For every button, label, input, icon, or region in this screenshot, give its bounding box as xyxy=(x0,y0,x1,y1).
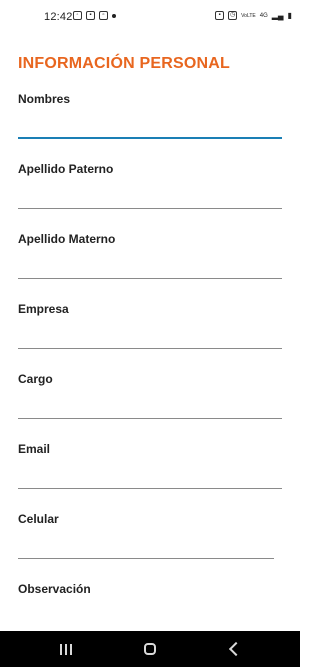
apellido-materno-input[interactable] xyxy=(18,250,282,278)
home-icon xyxy=(144,643,156,655)
empresa-field: Empresa xyxy=(18,302,282,362)
apellido-paterno-field: Apellido Paterno xyxy=(18,162,282,222)
app-screen: 12:42 ◦ ▪ ▫ ▪ ◷ VoLTE 4G ▂▄ ▮ INFORMACIÓ… xyxy=(0,0,300,667)
apellido-materno-field: Apellido Materno xyxy=(18,232,282,292)
cargo-underline xyxy=(18,418,282,419)
email-label: Email xyxy=(18,442,51,456)
dot-icon xyxy=(112,13,116,18)
battery-icon: ▮ xyxy=(287,11,292,20)
apellido-materno-label: Apellido Materno xyxy=(18,232,116,246)
email-input[interactable] xyxy=(18,460,282,488)
celular-underline xyxy=(18,558,274,559)
calendar-icon: ▫ xyxy=(99,11,108,20)
nombres-underline xyxy=(18,137,282,139)
whatsapp-icon: ◦ xyxy=(73,11,82,20)
signal-bars-icon: ▂▄ xyxy=(271,11,284,20)
cargo-label: Cargo xyxy=(18,372,53,386)
home-button[interactable] xyxy=(120,631,180,667)
apellido-paterno-label: Apellido Paterno xyxy=(18,162,114,176)
celular-label: Celular xyxy=(18,512,59,526)
apellido-paterno-underline xyxy=(18,208,282,209)
observacion-label: Observación xyxy=(18,582,91,596)
status-right-icons: ▪ ◷ VoLTE 4G ▂▄ ▮ xyxy=(215,11,292,20)
status-time: 12:42 xyxy=(44,11,73,23)
navigation-bar xyxy=(0,631,300,667)
status-left-icons: ◦ ▪ ▫ xyxy=(73,11,116,20)
chat-icon: ▪ xyxy=(86,11,95,20)
recent-apps-icon xyxy=(60,643,72,655)
nombres-input[interactable] xyxy=(18,110,282,138)
recent-apps-button[interactable] xyxy=(36,631,96,667)
nombres-field: Nombres xyxy=(18,92,282,152)
battery-saver-icon: ▪ xyxy=(215,11,225,20)
cargo-field: Cargo xyxy=(18,372,282,432)
back-icon xyxy=(228,641,244,657)
empresa-underline xyxy=(18,348,282,349)
page-title: INFORMACIÓN PERSONAL xyxy=(18,55,230,72)
apellido-materno-underline xyxy=(18,278,282,279)
back-button[interactable] xyxy=(204,631,264,667)
celular-field: Celular xyxy=(18,512,274,572)
celular-input[interactable] xyxy=(18,530,274,558)
signal-4g-icon: 4G xyxy=(259,12,268,19)
volte-icon: VoLTE xyxy=(241,12,256,19)
apellido-paterno-input[interactable] xyxy=(18,180,282,208)
nombres-label: Nombres xyxy=(18,92,71,106)
email-field: Email xyxy=(18,442,282,502)
observacion-input[interactable] xyxy=(18,600,282,628)
status-bar: 12:42 ◦ ▪ ▫ ▪ ◷ VoLTE 4G ▂▄ ▮ xyxy=(0,0,300,36)
cargo-input[interactable] xyxy=(18,390,282,418)
email-underline xyxy=(18,488,282,489)
alarm-icon: ◷ xyxy=(228,11,238,20)
empresa-input[interactable] xyxy=(18,320,282,348)
empresa-label: Empresa xyxy=(18,302,69,316)
